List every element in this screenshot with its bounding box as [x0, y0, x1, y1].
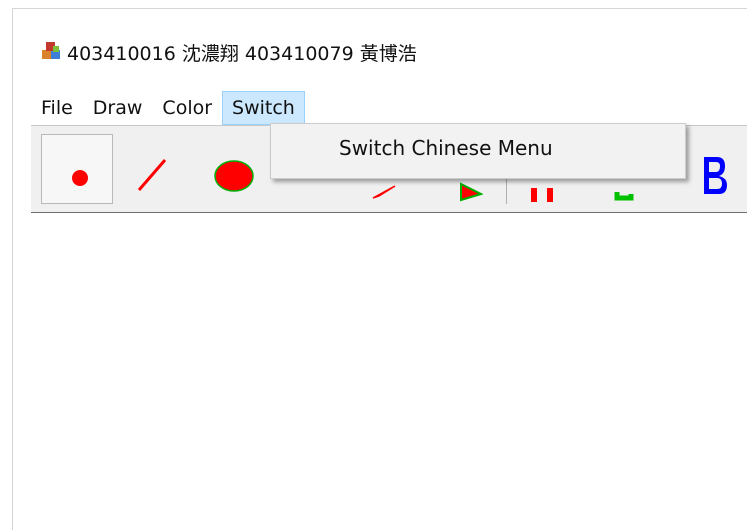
menu-bar: File Draw Color Switch [31, 91, 305, 125]
dot-icon [72, 170, 88, 186]
switch-dropdown-menu: Switch Chinese Menu [270, 123, 686, 179]
line-icon [137, 159, 167, 191]
menu-color[interactable]: Color [152, 91, 222, 125]
tool-ellipse[interactable] [189, 134, 261, 204]
window-title: 403410016 沈濃翔 403410079 黃博浩 [67, 43, 417, 65]
menu-switch[interactable]: Switch [222, 91, 305, 125]
drawing-canvas[interactable] [31, 213, 747, 530]
ellipse-icon [214, 160, 254, 192]
tool-line[interactable] [115, 134, 187, 204]
app-window: 403410016 沈濃翔 403410079 黃博浩 File Draw Co… [12, 8, 747, 530]
switch-chinese-menu-item[interactable]: Switch Chinese Menu [339, 136, 553, 160]
menu-draw[interactable]: Draw [83, 91, 153, 125]
tool-dot[interactable] [41, 134, 113, 204]
app-blocks-icon [42, 42, 60, 59]
menu-file[interactable]: File [31, 91, 83, 125]
title-bar[interactable]: 403410016 沈濃翔 403410079 黃博浩 [13, 9, 747, 91]
